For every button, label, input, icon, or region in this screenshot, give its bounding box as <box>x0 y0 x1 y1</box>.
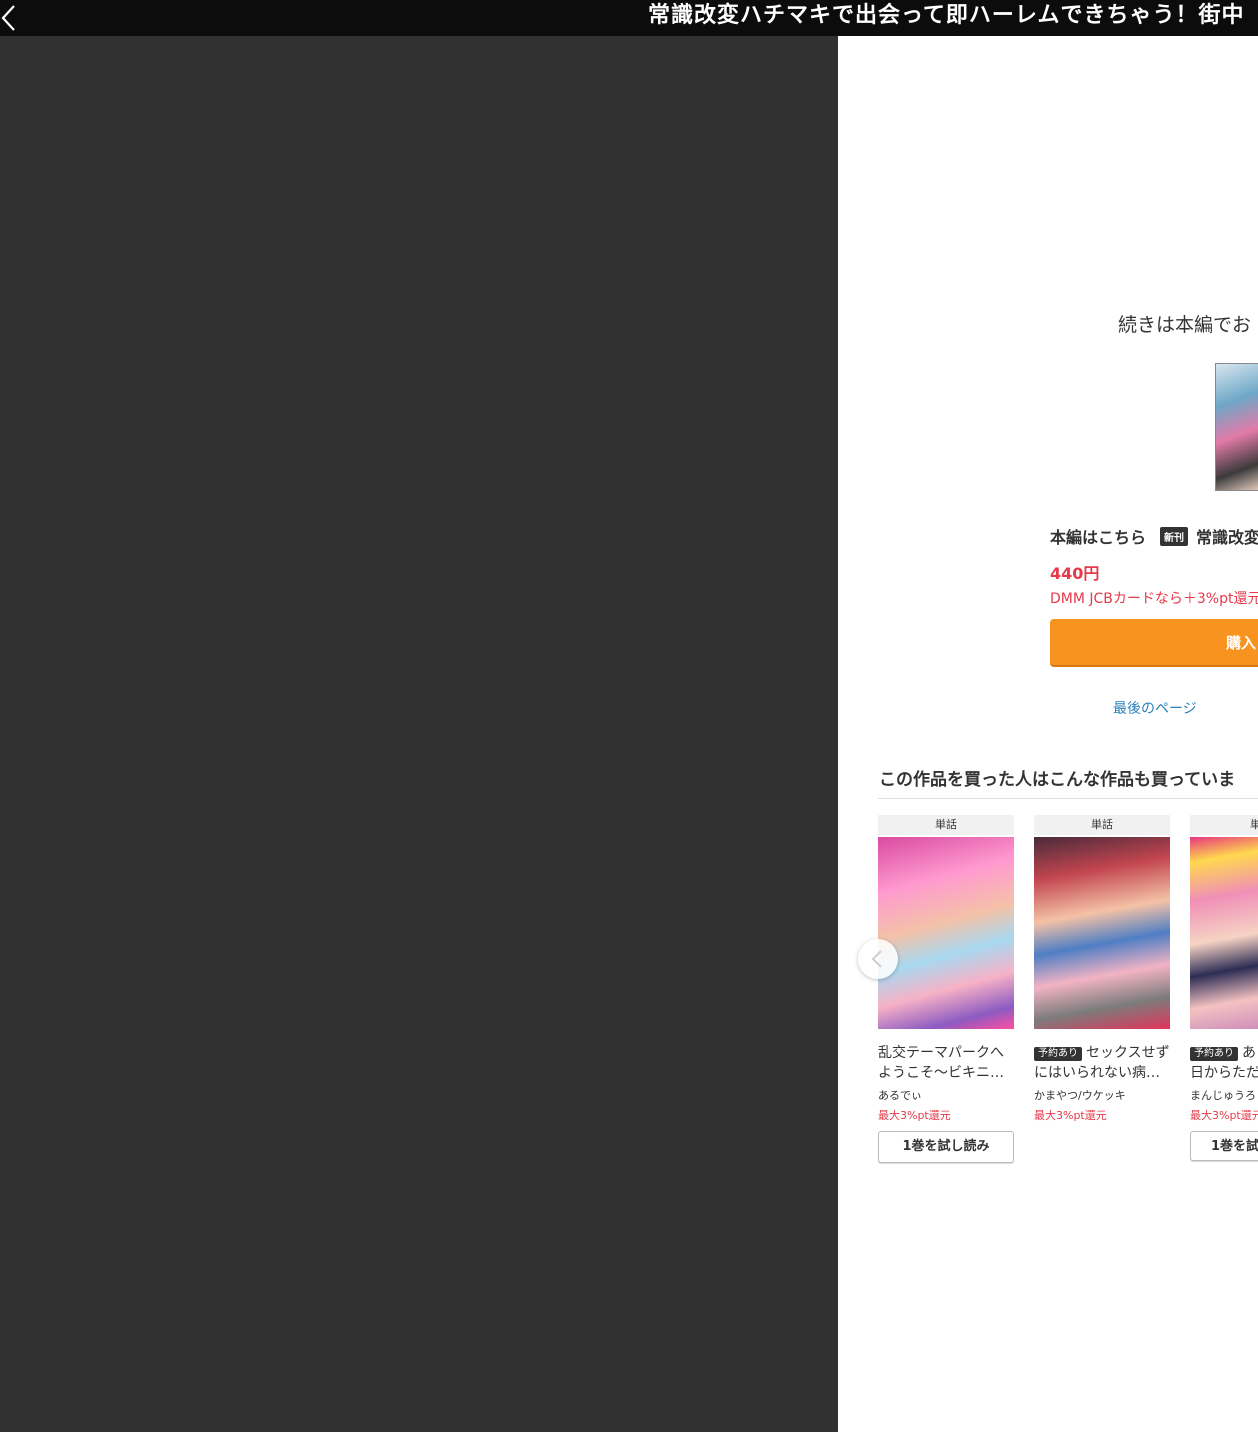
chevron-left-icon <box>1 5 15 31</box>
cashback-note: DMM JCBカードなら＋3%pt還元 <box>1050 591 1258 607</box>
divider <box>878 798 1258 799</box>
new-badge: 新刊 <box>1160 526 1189 546</box>
chevron-left-icon <box>871 950 882 968</box>
trial-read-button[interactable]: 1巻を試 <box>1190 1131 1258 1161</box>
purchase-button[interactable]: 購入 <box>1050 619 1258 665</box>
end-page-panel: 続きは本編でお 本編はこちら 新刊 常識改変ハ 440円 DMM JCBカードな… <box>838 36 1258 1432</box>
card-reward: 最大3%pt還元 <box>1034 1109 1107 1122</box>
card-author[interactable]: あるでぃ <box>878 1087 1014 1103</box>
continue-message: 続きは本編でお <box>1118 314 1252 336</box>
recommend-heading: この作品を買った人はこんな作品も買っていま <box>879 770 1236 790</box>
top-bar: 常識改変ハチマキで出会って即ハーレムできちゃう！街中 <box>0 0 1258 36</box>
honpen-label: 本編はこちら <box>1050 528 1147 547</box>
trial-read-button[interactable]: 1巻を試し読み <box>878 1131 1014 1163</box>
card-reward: 最大3%pt還元 <box>1190 1109 1258 1122</box>
card-author[interactable]: かまやつ/ウケッキ <box>1034 1087 1170 1103</box>
recommend-card[interactable]: 単 予約ありあ 日からただ まんじゅうろ 最大3%pt還元 1巻を試 <box>1190 815 1258 1161</box>
card-reward: 最大3%pt還元 <box>878 1109 951 1122</box>
honpen-title-link[interactable]: 常識改変ハ <box>1196 524 1258 548</box>
recommend-card[interactable]: 単話 予約あり セックスせず にはいられない病… かまやつ/ウケッキ 最大3%pt… <box>1034 815 1170 1123</box>
thumbnail-cover[interactable] <box>1034 837 1170 1029</box>
thumbnail-cover[interactable] <box>878 837 1014 1029</box>
card-author[interactable]: まんじゅうろ <box>1190 1087 1258 1103</box>
last-page-link[interactable]: 最後のページ <box>1113 698 1197 718</box>
card-title[interactable]: 乱交テーマパークへ ようこそ〜ビキニ… <box>878 1043 1014 1083</box>
reserve-badge: 予約あり <box>1034 1047 1082 1061</box>
card-title[interactable]: 予約ありあ 日からただ <box>1190 1043 1258 1083</box>
card-title[interactable]: 予約あり セックスせず にはいられない病… <box>1034 1043 1170 1083</box>
type-tag: 単 <box>1190 815 1258 835</box>
type-tag: 単話 <box>1034 815 1170 835</box>
carousel-prev-button[interactable] <box>858 939 898 979</box>
reserve-badge: 予約あり <box>1190 1047 1238 1061</box>
main-book-cover[interactable] <box>1215 363 1258 491</box>
honpen-row: 本編はこちら 新刊 常識改変ハ <box>1050 524 1258 548</box>
thumbnail-cover[interactable] <box>1190 837 1258 1029</box>
recommend-card[interactable]: 単話 乱交テーマパークへ ようこそ〜ビキニ… あるでぃ 最大3%pt還元 1巻を… <box>878 815 1014 1163</box>
purchase-button-label: 購入 <box>1226 634 1257 652</box>
book-title: 常識改変ハチマキで出会って即ハーレムできちゃう！街中 <box>648 3 1245 28</box>
type-tag: 単話 <box>878 815 1014 835</box>
price: 440円 <box>1050 564 1100 583</box>
back-button[interactable] <box>0 0 24 36</box>
